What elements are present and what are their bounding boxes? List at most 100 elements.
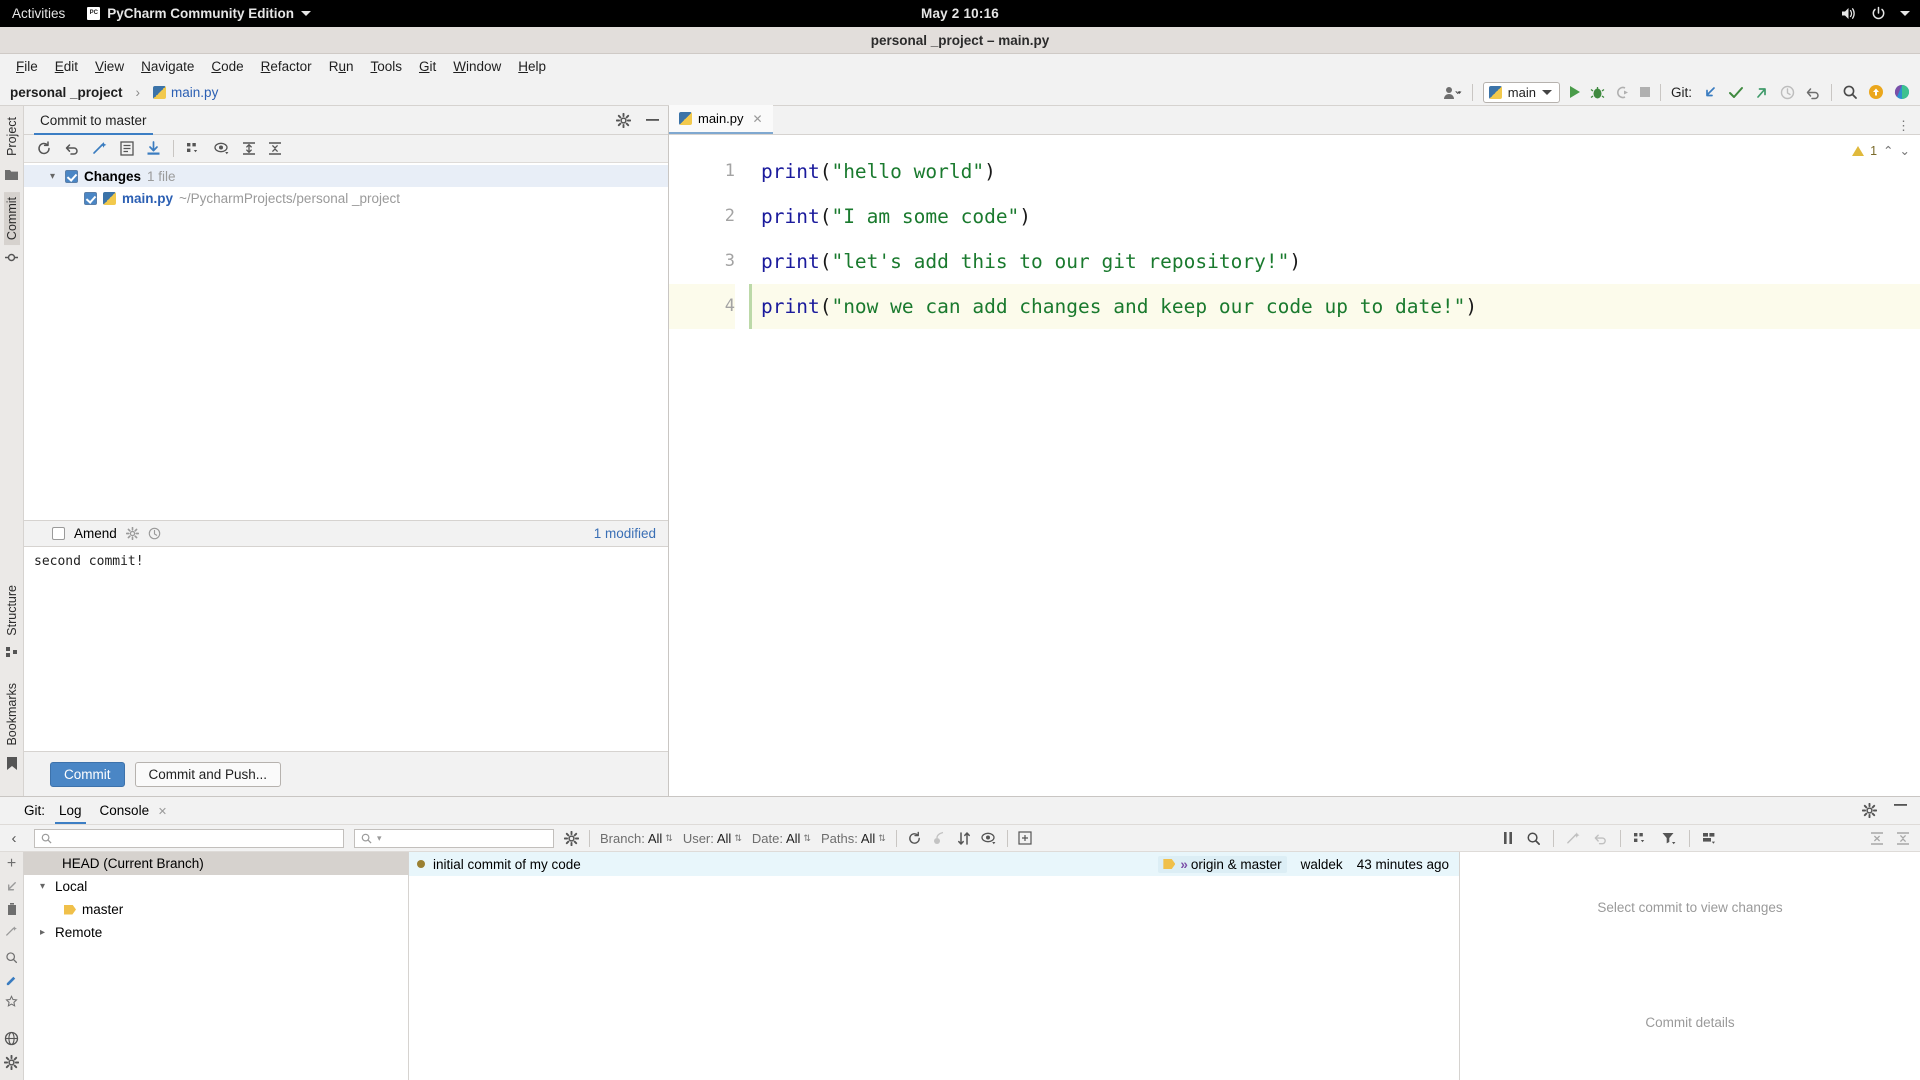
branch-group-local[interactable]: ▾ Local (24, 875, 408, 898)
changes-checkbox[interactable] (65, 169, 78, 183)
collapse-all-icon[interactable] (1896, 831, 1910, 846)
branch-head[interactable]: HEAD (Current Branch) (24, 852, 408, 875)
volume-icon[interactable] (1840, 6, 1857, 21)
chevron-up-icon[interactable]: ⌃ (1883, 143, 1893, 158)
preview-diff-icon[interactable] (214, 141, 230, 156)
system-clock[interactable]: May 2 10:16 (921, 6, 999, 21)
settings-icon[interactable] (4, 1055, 19, 1070)
refresh-icon[interactable] (907, 831, 922, 846)
menu-navigate[interactable]: Navigate (133, 57, 202, 76)
updates-available-icon[interactable] (1868, 84, 1884, 100)
git-rollback-icon[interactable] (1805, 85, 1821, 100)
filter-date[interactable]: Date: All ⇅ (752, 831, 811, 846)
amend-checkbox[interactable] (52, 527, 65, 540)
filter-user[interactable]: User: All ⇅ (683, 831, 742, 846)
code-viewport[interactable]: 1 2 3 4 print("hello world") print("I am… (669, 135, 1920, 796)
menu-refactor[interactable]: Refactor (253, 57, 320, 76)
menu-git[interactable]: Git (411, 57, 444, 76)
expand-all-icon[interactable] (1870, 831, 1884, 846)
search-icon[interactable] (1526, 831, 1541, 846)
commit-message-input[interactable]: second commit! (24, 547, 668, 752)
project-folder-icon[interactable] (5, 169, 18, 180)
search-everywhere-icon[interactable] (1842, 84, 1858, 100)
close-icon[interactable]: ✕ (753, 112, 763, 126)
rollback-icon[interactable] (64, 141, 80, 156)
gear-icon[interactable] (125, 527, 139, 540)
commit-panel-tab[interactable]: Commit to master (34, 106, 153, 135)
layout-icon[interactable] (1702, 831, 1718, 846)
menu-edit[interactable]: Edit (47, 57, 86, 76)
chevron-right-icon[interactable]: ▸ (40, 927, 49, 938)
menu-run[interactable]: Run (321, 57, 362, 76)
changes-group-row[interactable]: ▾ Changes 1 file (24, 165, 668, 187)
commit-button[interactable]: Commit (50, 761, 125, 787)
account-icon[interactable] (1442, 85, 1462, 100)
group-icon[interactable] (1633, 831, 1649, 846)
editor-tab-main-py[interactable]: main.py ✕ (669, 105, 773, 134)
commit-rail-icon[interactable] (5, 251, 18, 264)
star-icon[interactable] (5, 995, 18, 1008)
filter-branch[interactable]: Branch: All ⇅ (600, 831, 673, 846)
delete-icon[interactable] (6, 902, 18, 916)
editor-tab-actions[interactable]: ⋮ (1897, 118, 1920, 134)
structure-icon[interactable] (5, 646, 18, 658)
filter-icon[interactable] (1661, 831, 1677, 846)
search-icon[interactable] (5, 951, 18, 964)
app-menu-button[interactable]: PC PyCharm Community Edition (87, 6, 312, 21)
inspection-widget[interactable]: 1 ⌃ ⌄ (1852, 143, 1910, 158)
chevron-down-icon[interactable]: ⌄ (1900, 143, 1910, 158)
sidebar-item-structure[interactable]: Structure (4, 580, 20, 641)
tab-console[interactable]: Console ✕ (96, 797, 172, 824)
gear-icon[interactable] (564, 830, 579, 846)
change-file-row[interactable]: main.py ~/PycharmProjects/personal _proj… (24, 187, 668, 209)
shelve-icon[interactable] (146, 141, 161, 156)
commit-search-input[interactable]: ▾ (354, 828, 554, 848)
collapse-sidebar-icon[interactable]: ‹ (4, 830, 24, 847)
expand-all-icon[interactable] (242, 141, 256, 156)
close-icon[interactable]: ✕ (158, 806, 167, 818)
merge-icon[interactable] (5, 925, 19, 939)
add-icon[interactable]: + (7, 856, 16, 872)
sort-icon[interactable] (957, 831, 971, 846)
tab-log[interactable]: Log (55, 797, 86, 824)
bookmark-icon[interactable] (6, 757, 18, 770)
sidebar-item-commit[interactable]: Commit (3, 191, 20, 245)
stop-icon[interactable] (1639, 87, 1650, 97)
minimize-icon[interactable] (645, 118, 660, 122)
modified-count-link[interactable]: 1 modified (594, 526, 656, 541)
power-icon[interactable] (1871, 6, 1886, 21)
code-line[interactable]: print("I am some code") (749, 194, 1920, 239)
code-line-current[interactable]: print("now we can add changes and keep o… (749, 284, 1920, 329)
collapse-all-icon[interactable] (268, 141, 282, 156)
collapse-icon[interactable] (1566, 831, 1581, 846)
group-by-icon[interactable] (186, 141, 202, 156)
run-with-coverage-icon[interactable] (1615, 85, 1630, 100)
activities-button[interactable]: Activities (12, 6, 65, 21)
gear-icon[interactable] (616, 112, 631, 128)
run-icon[interactable] (1569, 86, 1580, 98)
minimize-icon[interactable] (1893, 803, 1908, 818)
shelve-silently-icon[interactable] (92, 141, 108, 156)
menu-window[interactable]: Window (445, 57, 509, 76)
diff-icon[interactable] (120, 141, 134, 156)
chevron-down-icon[interactable]: ▾ (40, 881, 49, 892)
gear-icon[interactable] (1862, 803, 1877, 818)
run-configuration-selector[interactable]: main (1482, 81, 1560, 103)
chevron-down-icon[interactable]: ▾ (50, 171, 59, 182)
menu-view[interactable]: View (87, 57, 132, 76)
system-menu-chevron-down-icon[interactable] (1900, 11, 1910, 16)
sidebar-item-bookmarks[interactable]: Bookmarks (4, 678, 20, 751)
ai-assistant-icon[interactable] (1894, 84, 1910, 100)
menu-file[interactable]: File (8, 57, 46, 76)
edit-icon[interactable] (5, 973, 18, 986)
show-details-icon[interactable] (981, 831, 997, 846)
filter-paths[interactable]: Paths: All ⇅ (821, 831, 886, 846)
new-ui-icon[interactable] (1018, 831, 1032, 845)
breadcrumb-project[interactable]: personal _project (10, 85, 123, 100)
globe-icon[interactable] (4, 1031, 19, 1046)
sidebar-item-project[interactable]: Project (4, 112, 20, 161)
debug-icon[interactable] (1590, 85, 1605, 100)
branch-master[interactable]: master (24, 898, 408, 921)
git-push-icon[interactable] (1754, 85, 1770, 100)
git-history-icon[interactable] (1780, 85, 1795, 100)
